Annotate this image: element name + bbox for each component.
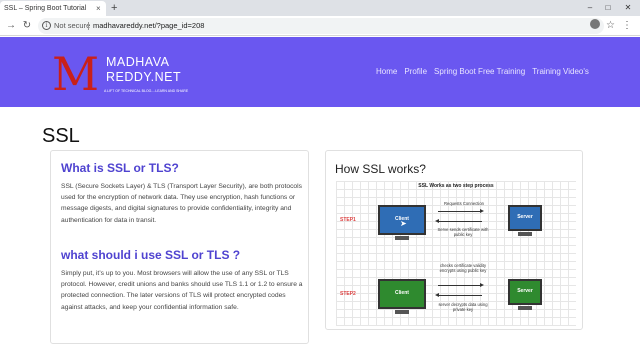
mouse-cursor-icon: ➤ [400, 219, 407, 228]
new-tab-button[interactable]: + [111, 1, 117, 15]
step2-arrow-left [438, 295, 482, 296]
client-label: Client [395, 290, 409, 296]
info-icon[interactable]: i [42, 21, 51, 30]
security-indicator[interactable]: Not secure [54, 18, 90, 34]
logo-line-2: REDDY.NET [106, 70, 182, 84]
arrowhead-right-icon [480, 209, 484, 213]
reload-icon[interactable]: ↻ [20, 18, 34, 34]
step2-encrypt-label: checks certificate validity encrypts usi… [439, 263, 487, 273]
close-window-icon[interactable]: ✕ [620, 0, 636, 16]
ssl-or-tls-paragraph: Simply put, it’s up to you. Most browser… [61, 270, 303, 311]
nav-link-profile[interactable]: Profile [404, 67, 427, 76]
main-navigation: Home Profile Spring Boot Free Training T… [376, 67, 589, 76]
server-stand [518, 232, 532, 236]
server-computer-icon: Server [508, 279, 542, 305]
nav-link-home[interactable]: Home [376, 67, 397, 76]
bookmark-star-icon[interactable]: ☆ [606, 18, 615, 34]
what-is-ssl-heading: What is SSL or TLS? [61, 161, 179, 175]
tab-title: SSL – Spring Boot Tutorial [4, 5, 87, 12]
logo-tagline: A LIFT OF TECHNICAL BLOG....LEARN AND SH… [104, 89, 189, 93]
ssl-process-diagram: SSL Works as two step process STEP1 Clie… [336, 181, 576, 326]
browser-tab[interactable]: SSL – Spring Boot Tutorial × [0, 1, 106, 16]
page-title: SSL [42, 125, 80, 147]
address-bar[interactable]: i Not secure madhavareddy.net/?page_id=2… [38, 18, 615, 34]
back-arrow-icon[interactable]: → [4, 18, 18, 34]
browser-tab-strip: SSL – Spring Boot Tutorial × + – □ ✕ [0, 0, 640, 16]
profile-avatar-icon[interactable] [590, 19, 600, 29]
step2-arrow-right [438, 285, 482, 286]
step1-arrow-right [438, 211, 482, 212]
step1-request-label: Requests Connection [443, 201, 485, 206]
address-toolbar: → ↻ i Not secure madhavareddy.net/?page_… [0, 16, 640, 36]
client-computer-icon: Client [378, 279, 426, 309]
server-label: Server [517, 288, 533, 294]
client-stand [395, 236, 409, 240]
browser-menu-icon[interactable]: ⋮ [622, 16, 632, 36]
logo-line-1: MADHAVA [106, 55, 170, 69]
tab-close-icon[interactable]: × [96, 1, 101, 16]
server-computer-icon: Server [508, 205, 542, 231]
what-is-ssl-paragraph: SSL (Secure Sockets Layer) & TLS (Transp… [61, 183, 302, 224]
step2-decrypt-label: server decrypts data using private key [438, 302, 488, 312]
how-ssl-works-card: How SSL works? SSL Works as two step pro… [325, 150, 583, 330]
nav-link-spring-boot-training[interactable]: Spring Boot Free Training [434, 67, 525, 76]
arrowhead-left-icon [435, 293, 439, 297]
url-divider [88, 22, 89, 30]
client-stand [395, 310, 409, 314]
ssl-or-tls-heading: what should i use SSL or TLS ? [61, 248, 241, 262]
ssl-info-card: What is SSL or TLS? SSL (Secure Sockets … [50, 150, 309, 344]
minimize-window-icon[interactable]: – [582, 0, 598, 16]
logo-initial[interactable]: M [52, 51, 99, 97]
server-label: Server [517, 214, 533, 220]
url-text[interactable]: madhavareddy.net/?page_id=208 [93, 18, 204, 34]
step1-certificate-label: Serve sends certificate with public key [437, 227, 489, 237]
diagram-title: SSL Works as two step process [418, 183, 494, 189]
server-stand [518, 306, 532, 310]
site-logo-text[interactable]: MADHAVA REDDY.NET [106, 55, 181, 85]
how-ssl-works-heading: How SSL works? [335, 162, 426, 176]
step1-arrow-left [438, 221, 482, 222]
site-header: M MADHAVA REDDY.NET A LIFT OF TECHNICAL … [0, 37, 640, 107]
maximize-window-icon[interactable]: □ [600, 0, 616, 16]
nav-link-training-videos[interactable]: Training Video's [532, 67, 589, 76]
step2-label: STEP2 [340, 291, 356, 297]
arrowhead-right-icon [480, 283, 484, 287]
arrowhead-left-icon [435, 219, 439, 223]
step1-label: STEP1 [340, 217, 356, 223]
